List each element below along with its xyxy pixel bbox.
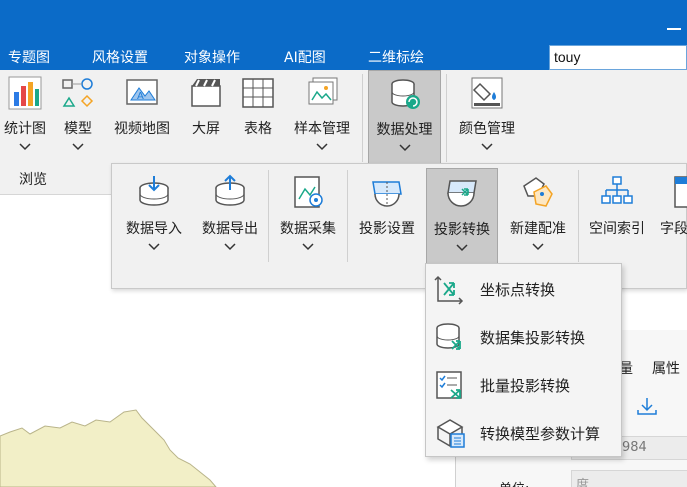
chevron-down-icon[interactable] <box>301 242 315 252</box>
big-screen-button[interactable]: 大屏 <box>185 70 227 165</box>
model-label: 模型 <box>64 121 92 137</box>
new-registration-label: 新建配准 <box>510 221 566 237</box>
data-export-icon <box>215 174 245 206</box>
chevron-down-icon[interactable] <box>18 142 32 152</box>
ribbon-separator <box>446 74 447 162</box>
data-export-label: 数据导出 <box>202 221 258 237</box>
data-import-button[interactable]: 数据导入 <box>116 164 192 264</box>
title-menu-bar: 专题图 风格设置 对象操作 AI配图 二维标绘 touy <box>0 0 687 70</box>
video-map-label: 视频地图 <box>114 121 170 137</box>
chevron-down-icon[interactable] <box>223 242 237 252</box>
spatial-index-label: 空间索引 <box>589 221 645 237</box>
svg-text:A: A <box>137 91 144 102</box>
unit-label: 单位: <box>499 478 529 487</box>
chevron-down-icon[interactable] <box>147 242 161 252</box>
projection-transform-icon <box>447 180 477 207</box>
menu-style-settings[interactable]: 风格设置 <box>92 48 148 68</box>
model-icon <box>62 78 94 108</box>
chevron-down-icon[interactable] <box>315 142 329 152</box>
transform-model-params-label: 转换模型参数计算 <box>480 425 601 443</box>
sample-management-button[interactable]: 样本管理 <box>287 70 357 165</box>
menu-thematic-map[interactable]: 专题图 <box>8 48 50 68</box>
statistics-chart-button[interactable]: 统计图 <box>0 70 50 165</box>
big-screen-icon <box>191 79 221 107</box>
color-management-icon <box>471 77 503 109</box>
tab-properties[interactable]: 属性 <box>652 358 680 378</box>
data-processing-button[interactable]: 数据处理 <box>368 70 441 164</box>
ribbon-group-label: 浏览 <box>19 172 47 188</box>
chevron-down-icon[interactable] <box>480 142 494 152</box>
sample-management-label: 样本管理 <box>294 121 350 137</box>
projection-settings-icon <box>372 181 402 207</box>
menu-item-batch-projection-transform[interactable]: 批量投影转换 <box>426 362 621 408</box>
new-registration-button[interactable]: 新建配准 <box>502 164 574 264</box>
projection-transform-button[interactable]: 投影转换 <box>426 168 498 264</box>
data-import-icon <box>139 176 169 206</box>
new-registration-icon <box>523 177 553 207</box>
projection-settings-button[interactable]: 投影设置 <box>352 164 422 264</box>
chevron-down-icon[interactable] <box>455 243 469 253</box>
spatial-index-button[interactable]: 空间索引 <box>582 164 652 264</box>
projection-transform-label: 投影转换 <box>434 222 490 238</box>
unit-field[interactable]: 度 <box>571 470 687 487</box>
video-map-icon: A <box>126 79 158 105</box>
statistics-chart-label: 统计图 <box>4 121 46 137</box>
menu-2d-plotting[interactable]: 二维标绘 <box>368 48 424 68</box>
data-collect-button[interactable]: 数据采集 <box>272 164 344 264</box>
dataset-projection-transform-label: 数据集投影转换 <box>480 329 586 347</box>
data-processing-label: 数据处理 <box>376 122 433 138</box>
panel-separator <box>268 170 269 262</box>
coordinate-point-transform-label: 坐标点转换 <box>480 281 556 299</box>
ribbon-separator <box>362 74 363 162</box>
menu-object-operations[interactable]: 对象操作 <box>184 48 240 68</box>
dataset-projection-transform-icon <box>436 323 461 350</box>
model-button[interactable]: 模型 <box>54 70 102 165</box>
data-collect-icon <box>294 176 323 208</box>
menu-item-transform-model-params[interactable]: 转换模型参数计算 <box>426 410 621 456</box>
coordinate-point-transform-icon <box>434 275 464 305</box>
field-button[interactable]: 字段 <box>656 164 687 264</box>
table-button[interactable]: 表格 <box>236 70 280 165</box>
video-map-button[interactable]: A 视频地图 <box>106 70 178 165</box>
projection-transform-menu: 坐标点转换 数据集投影转换 批量投影转换 转换模型参数计算 <box>425 263 622 457</box>
projection-settings-label: 投影设置 <box>359 221 415 237</box>
statistics-chart-icon <box>8 76 42 110</box>
data-import-label: 数据导入 <box>126 221 182 237</box>
big-screen-label: 大屏 <box>192 121 220 137</box>
panel-separator <box>347 170 348 262</box>
color-management-label: 颜色管理 <box>459 121 515 137</box>
table-label: 表格 <box>244 121 272 137</box>
data-export-button[interactable]: 数据导出 <box>194 164 266 264</box>
data-collect-label: 数据采集 <box>280 221 336 237</box>
chevron-down-icon[interactable] <box>71 142 85 152</box>
field-icon <box>674 176 687 208</box>
search-input[interactable]: touy <box>549 45 687 70</box>
minimize-icon[interactable] <box>667 28 681 30</box>
chevron-down-icon[interactable] <box>398 143 412 153</box>
panel-separator <box>578 170 579 262</box>
menu-item-dataset-projection-transform[interactable]: 数据集投影转换 <box>426 314 621 360</box>
menu-item-coordinate-point-transform[interactable]: 坐标点转换 <box>426 266 621 312</box>
table-icon <box>242 78 274 108</box>
field-label: 字段 <box>660 221 687 237</box>
batch-projection-transform-label: 批量投影转换 <box>480 377 571 395</box>
menu-ai-mapping[interactable]: AI配图 <box>284 48 326 68</box>
batch-projection-transform-icon <box>436 371 462 399</box>
spatial-index-icon <box>601 176 633 204</box>
chevron-down-icon[interactable] <box>531 242 545 252</box>
download-icon[interactable] <box>636 396 658 416</box>
data-processing-icon <box>390 79 420 109</box>
transform-model-params-icon <box>436 419 465 448</box>
sample-management-icon <box>308 77 338 105</box>
color-management-button[interactable]: 颜色管理 <box>451 70 523 165</box>
